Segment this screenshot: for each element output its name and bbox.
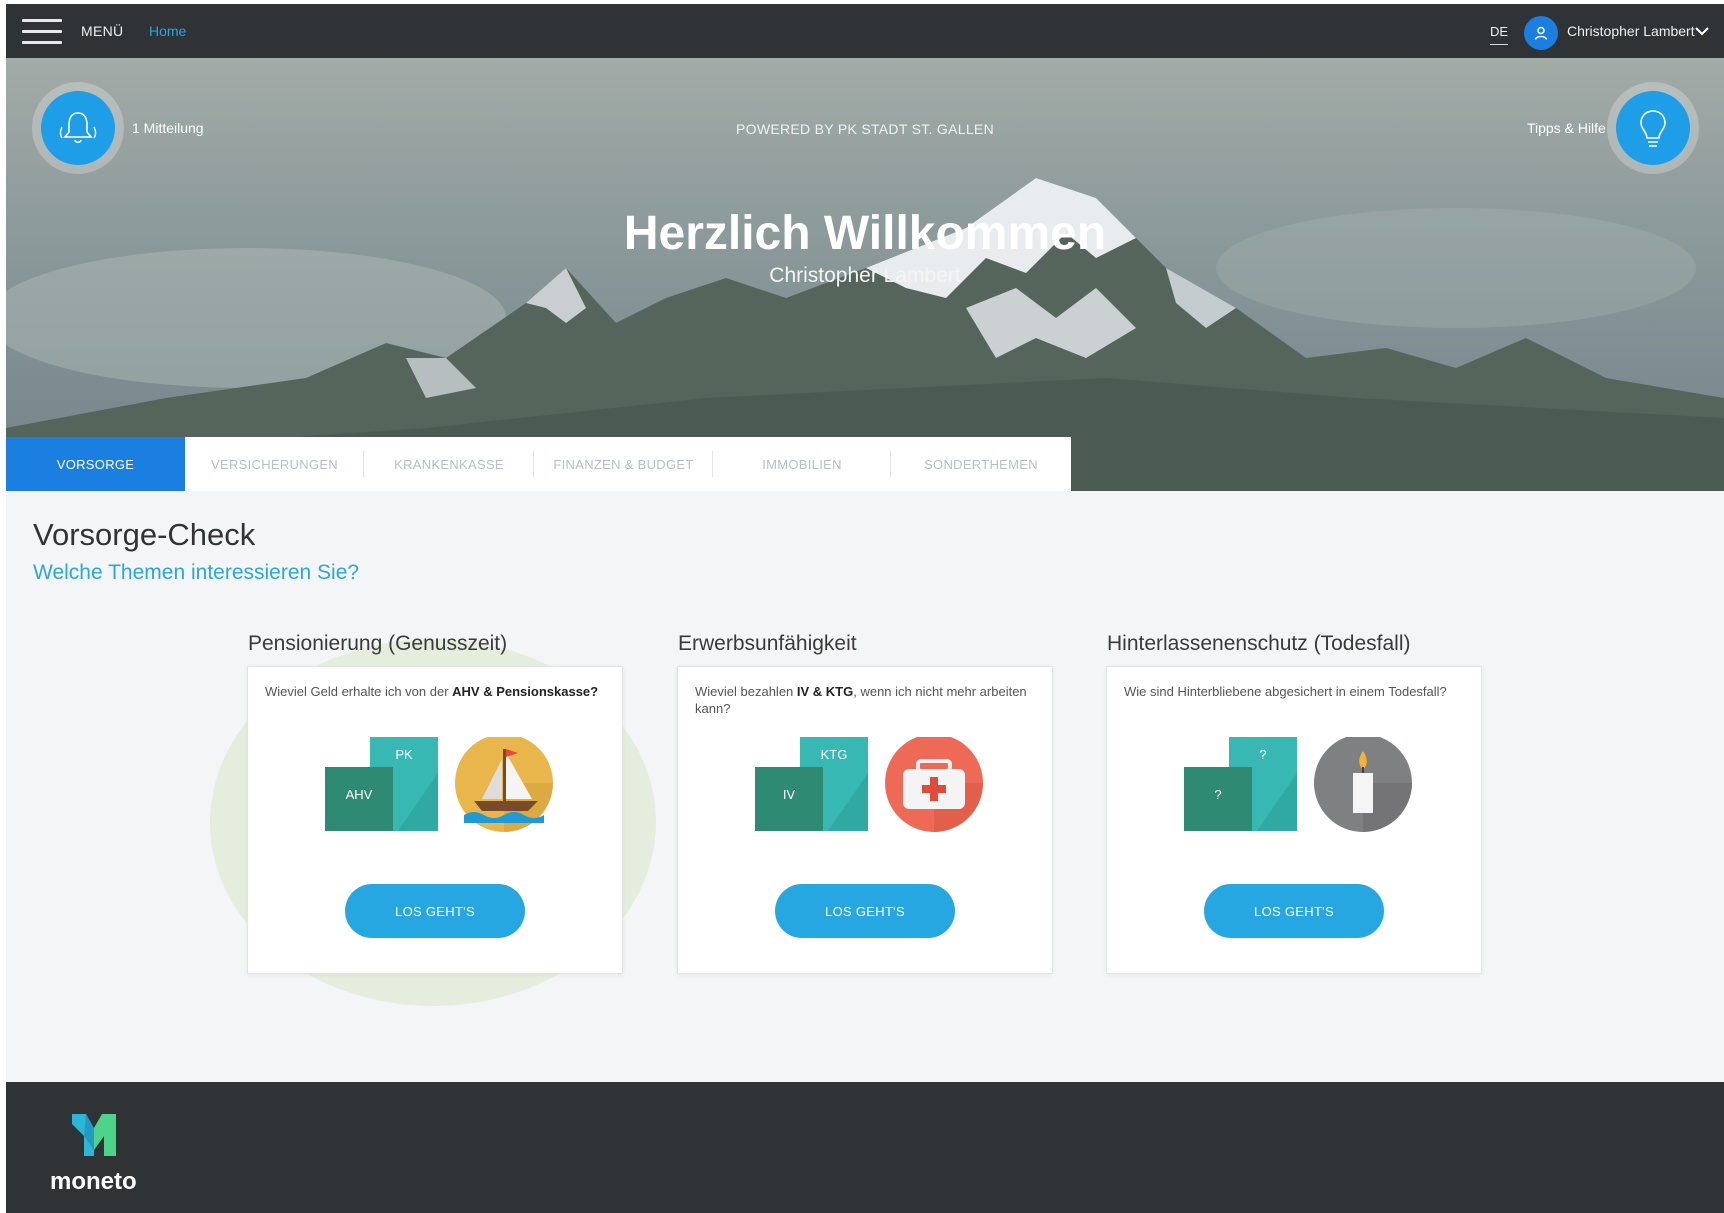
tips-ring [1607,82,1699,174]
section-subtitle: Welche Themen interessieren Sie? [33,561,360,584]
start-button-erwerbsunfaehigkeit[interactable]: LOS GEHT'S [775,884,955,938]
welcome-title: Herzlich Willkommen [623,207,1107,260]
tab-sonderthemen[interactable]: SONDERTHEMEN [891,437,1071,491]
tab-vorsorge[interactable]: VORSORGE [6,437,185,491]
start-button-hinterlassenenschutz[interactable]: LOS GEHT'S [1204,884,1384,938]
doc-label-back: PK [395,747,413,762]
user-avatar[interactable] [1524,16,1558,50]
hamburger-menu-icon[interactable] [22,17,62,47]
card-hinterlassenenschutz: Wie sind Hinterbliebene abgesichert in e… [1106,666,1482,974]
moneto-logo-icon[interactable] [72,1114,116,1156]
tab-versicherungen[interactable]: VERSICHERUNGEN [185,437,364,491]
card-question: Wieviel bezahlen IV & KTG, wenn ich nich… [695,684,1027,716]
card-erwerbsunfaehigkeit: Wieviel bezahlen IV & KTG, wenn ich nich… [677,666,1053,974]
brand-name[interactable]: moneto [50,1168,137,1196]
hero-banner: 1 Mitteilung POWERED BY PK STADT ST. GAL… [6,58,1724,491]
powered-by-label: POWERED BY PK STADT ST. GALLEN [736,121,994,137]
doc-label-back: ? [1259,747,1267,762]
card-pensionierung: Wieviel Geld erhalte ich von der AHV & P… [247,666,623,974]
tab-finanzen-budget[interactable]: FINANZEN & BUDGET [534,437,713,491]
doc-label-front: IV [782,787,796,802]
card-title-erwerbsunfaehigkeit: Erwerbsunfähigkeit [678,632,857,655]
tips-help-label[interactable]: Tipps & Hilfe [1527,120,1606,136]
home-link[interactable]: Home [149,23,186,39]
card-title-hinterlassenenschutz: Hinterlassenenschutz (Todesfall) [1107,632,1411,655]
chevron-down-icon[interactable] [1694,24,1710,38]
start-button-pensionierung[interactable]: LOS GEHT'S [345,884,525,938]
doc-label-back: KTG [820,747,848,762]
tab-immobilien[interactable]: IMMOBILIEN [713,437,891,491]
tab-krankenkasse[interactable]: KRANKENKASSE [364,437,534,491]
app-frame: MENÜ Home DE Christopher Lambert 1 Mitte… [6,4,1724,1213]
tips-help-button[interactable] [1616,91,1690,165]
user-name[interactable]: Christopher Lambert [1567,23,1695,39]
footer: moneto [6,1082,1724,1213]
language-selector[interactable]: DE [1490,24,1509,45]
welcome-user-name: Christopher Lambert [769,264,961,287]
doc-label-front: ? [1214,787,1222,802]
card-title-pensionierung: Pensionierung (Genusszeit) [248,632,508,655]
lightbulb-icon [1640,110,1666,147]
topic-tabs: VORSORGE VERSICHERUNGEN KRANKENKASSE FIN… [6,437,1071,491]
top-bar: MENÜ Home DE Christopher Lambert [6,4,1724,58]
menu-label[interactable]: MENÜ [81,23,123,39]
user-icon [1534,26,1548,40]
section-title: Vorsorge-Check [33,517,256,552]
doc-label-front: AHV [345,787,373,802]
card-question: Wieviel Geld erhalte ich von der AHV & P… [265,684,599,699]
card-question: Wie sind Hinterbliebene abgesichert in e… [1124,684,1447,699]
